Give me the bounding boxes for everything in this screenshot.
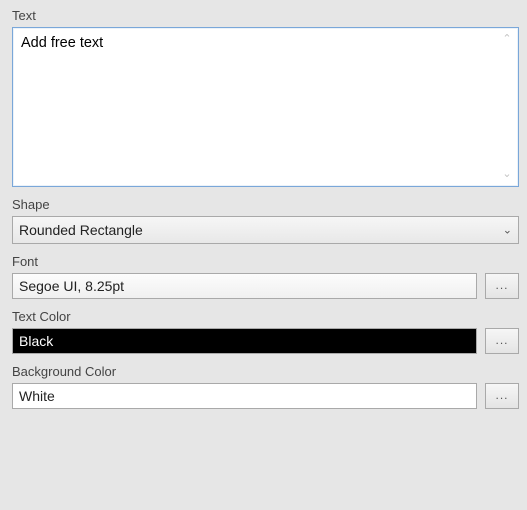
background-color-label: Background Color bbox=[12, 364, 519, 379]
background-color-value: White bbox=[19, 388, 55, 404]
background-color-picker-button[interactable]: ... bbox=[485, 383, 519, 409]
ellipsis-icon: ... bbox=[495, 389, 508, 401]
font-display[interactable]: Segoe UI, 8.25pt bbox=[12, 273, 477, 299]
annotation-text-input[interactable] bbox=[13, 28, 496, 186]
shape-label: Shape bbox=[12, 197, 519, 212]
scroll-down-icon: ⌄ bbox=[502, 165, 511, 184]
chevron-down-icon: ⌄ bbox=[503, 224, 512, 237]
text-color-section: Text Color Black ... bbox=[12, 309, 519, 354]
text-color-display[interactable]: Black bbox=[12, 328, 477, 354]
shape-section: Shape Rounded Rectangle ⌄ bbox=[12, 197, 519, 244]
ellipsis-icon: ... bbox=[495, 334, 508, 346]
background-color-section: Background Color White ... bbox=[12, 364, 519, 409]
text-label: Text bbox=[12, 8, 519, 23]
text-color-label: Text Color bbox=[12, 309, 519, 324]
shape-select[interactable]: Rounded Rectangle ⌄ bbox=[12, 216, 519, 244]
text-color-value: Black bbox=[19, 333, 53, 349]
text-section: Text ⌃ ⌄ bbox=[12, 8, 519, 187]
font-label: Font bbox=[12, 254, 519, 269]
annotation-properties-panel: Text ⌃ ⌄ Shape Rounded Rectangle ⌄ Font … bbox=[0, 0, 527, 427]
scrollbar: ⌃ ⌄ bbox=[498, 30, 516, 184]
font-section: Font Segoe UI, 8.25pt ... bbox=[12, 254, 519, 299]
background-color-display[interactable]: White bbox=[12, 383, 477, 409]
font-value: Segoe UI, 8.25pt bbox=[19, 278, 124, 294]
text-color-picker-button[interactable]: ... bbox=[485, 328, 519, 354]
ellipsis-icon: ... bbox=[495, 279, 508, 291]
shape-value: Rounded Rectangle bbox=[19, 222, 143, 238]
scroll-up-icon: ⌃ bbox=[502, 30, 511, 49]
font-picker-button[interactable]: ... bbox=[485, 273, 519, 299]
text-area-container: ⌃ ⌄ bbox=[12, 27, 519, 187]
